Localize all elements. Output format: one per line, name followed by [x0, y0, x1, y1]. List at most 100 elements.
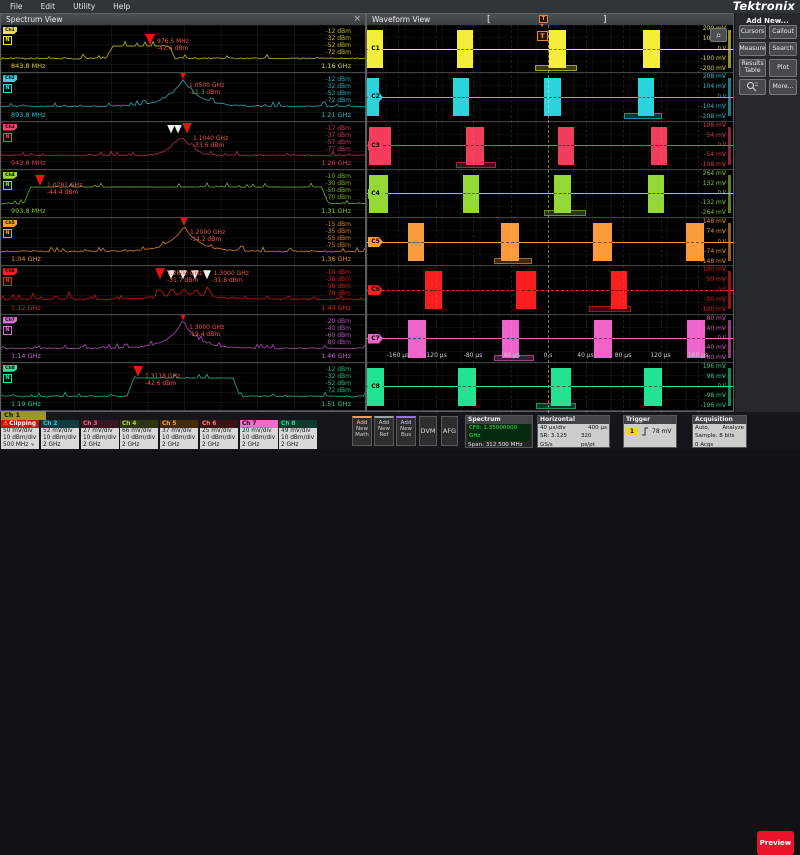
volt-axis-label: 104 mV — [702, 83, 726, 91]
stop-freq-label: 1.36 GHz — [321, 255, 351, 264]
spectrum-row-ch5[interactable]: Ch5 N -15 dBm -35 dBm -55 dBm -75 dBm 1.04 GHz… — [1, 218, 365, 267]
spectrum-row-ch6[interactable]: Ch6 N -18 dBm -38 dBm -58 dBm -78 dBm 1.12 GHz… — [1, 266, 365, 315]
preview-button[interactable]: Preview — [757, 831, 794, 855]
channel-setting: 10 dBm/div — [3, 435, 37, 441]
channel-badge-ch6[interactable]: Ch 6 25 mV/div 10 dBm/div 2 GHz — [200, 420, 238, 449]
search-button[interactable]: Search — [769, 42, 797, 56]
waveform-row-c2[interactable]: C2 208 mV 104 mV 0 V -104 mV -208 mV — [367, 73, 733, 122]
trigger-source-badge[interactable]: 1 — [626, 427, 638, 436]
spectrum-time-gate[interactable] — [589, 306, 631, 313]
spectrum-view-titlebar[interactable]: Spectrum View × — [1, 14, 365, 25]
add-new-ref-button[interactable]: Add New Ref — [374, 416, 394, 446]
channel-flag-ch7[interactable]: Ch7 — [3, 316, 17, 324]
trigger-indicator-icon[interactable]: T — [537, 31, 548, 41]
channel-badge-body: 20 mV/div 10 dBm/div 2 GHz — [240, 428, 278, 449]
channel-setting: 10 dBm/div — [281, 435, 315, 441]
results-table-button[interactable]: Results Table — [739, 59, 766, 77]
channel-tab-ch1[interactable]: Ch 1 — [1, 411, 46, 420]
scale-rail[interactable] — [728, 319, 731, 358]
channel-badge-body: 49 mV/div 10 dBm/div 2 GHz — [279, 428, 317, 449]
channel-flag-ch4[interactable]: Ch4 — [3, 171, 17, 179]
scale-rail[interactable] — [728, 174, 731, 213]
spectrum-time-gate[interactable] — [535, 65, 577, 71]
waveform-row-c8[interactable]: C8 196 mV 98 mV 0 V -98 mV -196 mV — [367, 362, 733, 411]
menu-item-edit[interactable]: Edit — [41, 2, 56, 11]
channel-flag-ch8[interactable]: Ch8 — [3, 364, 17, 372]
scale-rail[interactable] — [728, 126, 731, 165]
volt-axis-label: 98 mV — [706, 372, 727, 380]
zoom-overview-button[interactable] — [739, 79, 766, 95]
horizontal-settings-panel[interactable]: Horizontal 40 µs/div 400 µs SR: 3.125 GS/s… — [537, 415, 610, 448]
spectrum-settings-panel[interactable]: Spectrum CF8: 1.35000000 GHz Span: 312.5… — [465, 415, 533, 448]
afg-button[interactable]: AFG — [441, 416, 458, 446]
channel-flag-ch3[interactable]: Ch3 — [3, 123, 17, 131]
horizontal-settings-body: 40 µs/div400 µsSR: 3.125 GS/s320 ps/ptRL… — [538, 424, 609, 447]
menu-item-help[interactable]: Help — [113, 2, 130, 11]
channel-flag-ch1[interactable]: Ch1 — [3, 27, 17, 34]
close-icon[interactable]: × — [353, 14, 361, 25]
channel-tag-c2[interactable]: C2 — [368, 92, 383, 103]
scale-rail[interactable] — [728, 223, 731, 261]
baseline — [367, 145, 733, 146]
more-button[interactable]: More... — [769, 79, 797, 95]
callout-button[interactable]: Callout — [769, 25, 797, 39]
spectrum-time-gate[interactable] — [456, 161, 496, 168]
scale-rail[interactable] — [728, 271, 731, 310]
spectrum-time-gate[interactable] — [624, 113, 662, 120]
time-axis-label: -120 µs — [424, 352, 447, 359]
spectrum-time-gate[interactable] — [544, 209, 586, 216]
center-frequency-value[interactable]: CF8: 1.35000000 GHz — [468, 424, 530, 441]
waveform-row-c6[interactable]: C6 100 mV 50 mV 0 V -50 mV -100 mV — [367, 266, 733, 315]
add-new-bus-button[interactable]: Add New Bus — [396, 416, 416, 446]
scale-rail[interactable] — [728, 367, 731, 406]
channel-flag-ch6[interactable]: Ch6 — [3, 268, 17, 276]
channel-badge-ch5[interactable]: Ch 5 37 mV/div 10 dBm/div 2 GHz — [160, 420, 198, 449]
magnifier-icon[interactable]: ⌕ — [710, 28, 727, 42]
acquisition-settings-panel[interactable]: Acquisition Auto, Analyze Sample: 8 bits… — [692, 415, 747, 448]
menu-item-utility[interactable]: Utility — [73, 2, 95, 11]
waveform-row-c5[interactable]: C5 148 mV 74 mV 0 V -74 mV -148 mV — [367, 218, 733, 267]
channel-setting: 2 GHz — [43, 442, 61, 448]
trigger-settings-panel[interactable]: Trigger 1 78 mV — [623, 415, 677, 448]
channel-badge-ch3[interactable]: Ch 3 27 mV/div 10 dBm/div 2 GHz — [81, 420, 119, 449]
spectrum-row-ch4[interactable]: Ch4 N -10 dBm -30 dBm -50 dBm -70 dBm 993.8 MH… — [1, 169, 365, 218]
channel-flag-ch2[interactable]: Ch2 — [3, 75, 17, 83]
menu-item-file[interactable]: File — [10, 2, 23, 11]
volt-axis-label: 100 mV — [702, 266, 726, 274]
zoom-bracket-right[interactable]: ] — [603, 15, 607, 25]
cursors-button[interactable]: Cursors — [739, 25, 766, 39]
channel-flag-ch5[interactable]: Ch5 — [3, 220, 17, 227]
normal-trace-badge: N — [3, 84, 12, 94]
channel-badge-ch8[interactable]: Ch 8 49 mV/div 10 dBm/div 2 GHz — [279, 420, 317, 449]
channel-tag-c6[interactable]: C6 — [368, 285, 383, 296]
scale-rail[interactable] — [728, 78, 731, 117]
waveform-view-titlebar[interactable]: Waveform View — [367, 14, 733, 25]
stop-freq-label: 1.51 GHz — [321, 400, 351, 408]
waveform-row-c4[interactable]: C4 264 mV 132 mV 0 V -132 mV -264 mV — [367, 169, 733, 218]
acquisition-settings-body: Auto, Analyze Sample: 8 bits 0 Acqs — [693, 424, 746, 447]
channel-badge-ch7[interactable]: Ch 7 20 mV/div 10 dBm/div 2 GHz — [240, 420, 278, 449]
channel-badge-ch1[interactable]: ⚠ Clipping 50 mV/div 10 dBm/div 500 MHz ∿ — [1, 420, 39, 449]
channel-badge-ch4[interactable]: Ch 4 66 mV/div 10 dBm/div 2 GHz — [120, 420, 158, 449]
add-new-math-button[interactable]: Add New Math — [352, 416, 372, 446]
volt-axis-label: 54 mV — [706, 131, 727, 139]
spectrum-time-gate[interactable] — [494, 258, 532, 264]
spectrum-row-ch2[interactable]: Ch2 N -12 dBm -32 dBm -52 dBm -72 dBm 893.8 MH… — [1, 73, 365, 122]
channel-tag-c5[interactable]: C5 — [368, 237, 383, 247]
waveform-row-c3[interactable]: C3 108 mV 54 mV 0 V -54 mV -108 mV — [367, 121, 733, 170]
channel-tag-c7[interactable]: C7 — [368, 333, 383, 344]
plot-button[interactable]: Plot — [769, 59, 797, 77]
dvm-button[interactable]: DVM — [419, 416, 437, 446]
spectrum-row-ch8[interactable]: Ch8 N -12 dBm -32 dBm -52 dBm -72 dBm 1.19 GHz… — [1, 362, 365, 411]
zoom-bracket-left[interactable]: [ — [487, 15, 491, 25]
waveform-row-c1[interactable]: C1200 mV100 mV0 V-100 mV-200 mV — [367, 25, 733, 74]
spectrum-row-ch1[interactable]: Ch1 N -12 dBm -32 dBm -52 dBm -72 dBm 843.8 MH… — [1, 25, 365, 74]
scale-rail[interactable] — [728, 30, 731, 68]
rf-pulse — [643, 30, 660, 68]
channel-badge-ch2[interactable]: Ch 2 52 mV/div 10 dBm/div 2 GHz — [41, 420, 79, 449]
spectrum-row-ch7[interactable]: Ch7 N -20 dBm -40 dBm -60 dBm -80 dBm 1.14 GHz… — [1, 314, 365, 363]
spectrum-row-ch3[interactable]: Ch3 N -17 dBm -37 dBm -57 dBm -77 dBm 943.8 MH… — [1, 121, 365, 170]
measure-button[interactable]: Measure — [739, 42, 766, 56]
spectrum-time-gate[interactable] — [536, 402, 576, 409]
marker-readout: 1.3000 GHz -19.4 dBm — [189, 323, 225, 338]
